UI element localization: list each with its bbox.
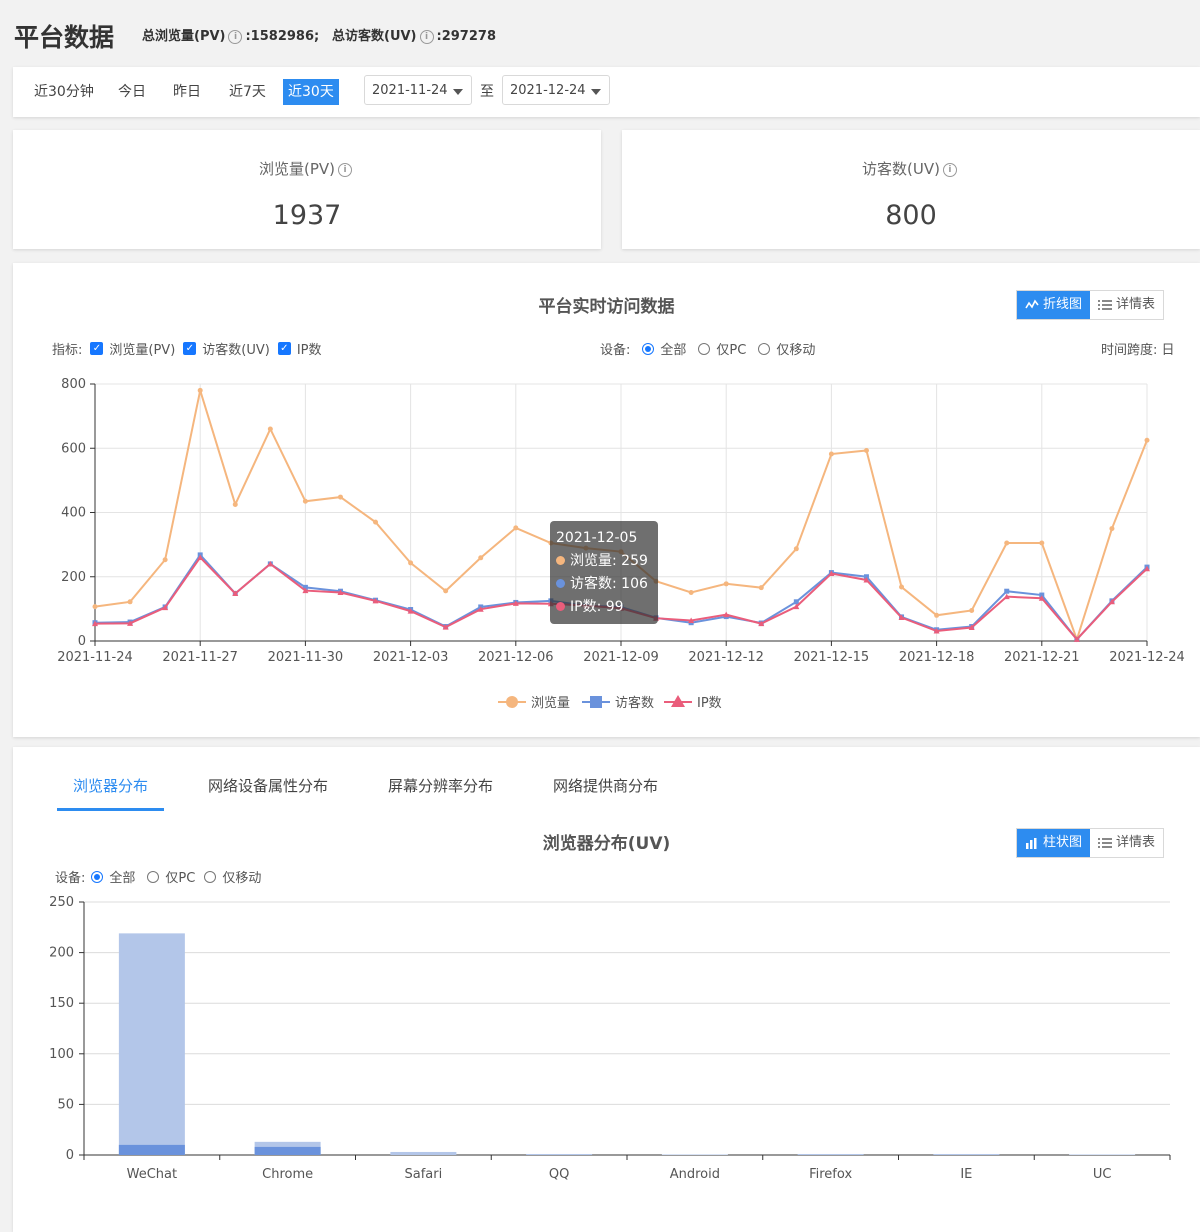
data-point <box>302 498 308 504</box>
data-point <box>408 560 414 566</box>
data-point <box>793 546 799 552</box>
data-point <box>232 501 238 507</box>
y-tick-label: 600 <box>61 441 86 456</box>
chart-tooltip: 2021-12-05 浏览量: 259 访客数: 106 IP数: 99 <box>550 521 658 624</box>
tab-network-provider[interactable]: 网络提供商分布 <box>537 775 674 811</box>
browser-distribution-panel: 浏览器分布 网络设备属性分布 屏幕分辨率分布 网络提供商分布 浏览器分布(UV)… <box>13 747 1200 1232</box>
x-tick-label: 2021-11-27 <box>162 650 238 665</box>
device-pc-label: 仅PC <box>165 871 196 886</box>
tooltip-row-ip: IP数: 99 <box>556 596 652 619</box>
data-point <box>162 557 168 563</box>
device-label: 设备: <box>55 871 86 886</box>
data-point <box>969 607 975 613</box>
data-point <box>934 612 940 618</box>
bar-view-toggle: 柱状图 详情表 <box>1016 828 1165 858</box>
data-point <box>1144 437 1150 443</box>
legend-circle-icon <box>506 696 518 708</box>
tab-browser[interactable]: 浏览器分布 <box>57 775 165 811</box>
x-tick-label: 2021-11-24 <box>57 650 133 665</box>
tooltip-uv-text: 访客数: 106 <box>570 576 648 592</box>
data-point <box>478 555 484 561</box>
x-tick-label: 2021-12-21 <box>1004 650 1080 665</box>
tab-network-device[interactable]: 网络设备属性分布 <box>192 775 344 811</box>
data-point <box>899 584 905 590</box>
bar-chart-icon <box>1026 838 1037 849</box>
x-tick-label: 2021-12-03 <box>373 650 449 665</box>
x-tick-label: 2021-12-06 <box>478 650 554 665</box>
y-tick-label: 200 <box>61 570 86 585</box>
pv-dot-icon <box>556 556 565 565</box>
x-tick-label: 2021-12-18 <box>899 650 975 665</box>
data-point <box>1004 588 1010 594</box>
radio-mobile-only[interactable] <box>204 870 217 883</box>
data-point <box>373 519 379 525</box>
tooltip-date: 2021-12-05 <box>556 530 638 546</box>
device-mobile-label: 仅移动 <box>222 871 262 886</box>
browser-table-view-label: 详情表 <box>1116 835 1156 850</box>
y-tick-label: 400 <box>61 506 86 521</box>
data-point <box>828 451 834 457</box>
data-point <box>513 525 519 531</box>
data-point <box>1004 540 1010 546</box>
browser-table-view-button[interactable]: 详情表 <box>1090 829 1163 857</box>
data-point <box>688 589 694 595</box>
radio-all-devices[interactable] <box>91 870 104 883</box>
x-tick-label: 2021-12-12 <box>688 650 764 665</box>
x-tick-label: 2021-12-24 <box>1109 650 1185 665</box>
legend-label: 浏览量 <box>531 695 570 711</box>
data-point <box>443 588 449 594</box>
data-point <box>267 426 273 432</box>
data-point <box>92 604 98 610</box>
distribution-tabs: 浏览器分布 网络设备属性分布 屏幕分辨率分布 网络提供商分布 <box>43 775 688 811</box>
data-point <box>863 447 869 453</box>
bar-chart-view-button[interactable]: 柱状图 <box>1017 829 1091 857</box>
data-point <box>1109 526 1115 532</box>
data-point <box>723 581 729 587</box>
x-tick-label: 2021-11-30 <box>268 650 344 665</box>
legend-label: IP数 <box>697 696 722 711</box>
bar-device-selector: 设备: 全部 仅PC 仅移动 <box>55 867 261 886</box>
bar-chart-view-label: 柱状图 <box>1043 835 1083 850</box>
tooltip-ip-text: IP数: 99 <box>570 599 624 615</box>
tooltip-pv-text: 浏览量: 259 <box>570 553 648 569</box>
ip-dot-icon <box>556 602 565 611</box>
data-point <box>197 387 203 393</box>
list-icon <box>1098 838 1113 848</box>
tooltip-row-pv: 浏览量: 259 <box>556 550 652 573</box>
x-tick-label: 2021-12-15 <box>794 650 870 665</box>
data-point <box>793 599 799 605</box>
tooltip-row-uv: 访客数: 106 <box>556 573 652 596</box>
legend-square-icon <box>590 696 602 708</box>
y-tick-label: 800 <box>61 377 86 392</box>
uv-dot-icon <box>556 579 565 588</box>
y-tick-label: 0 <box>78 634 86 649</box>
legend-label: 访客数 <box>615 695 654 711</box>
device-all-label: 全部 <box>109 871 136 886</box>
data-point <box>1039 540 1045 546</box>
data-point <box>127 599 133 605</box>
data-point <box>337 494 343 500</box>
radio-pc-only[interactable] <box>147 870 160 883</box>
x-tick-label: 2021-12-09 <box>583 650 659 665</box>
data-point <box>758 585 764 591</box>
tab-screen-resolution[interactable]: 屏幕分辨率分布 <box>372 775 509 811</box>
